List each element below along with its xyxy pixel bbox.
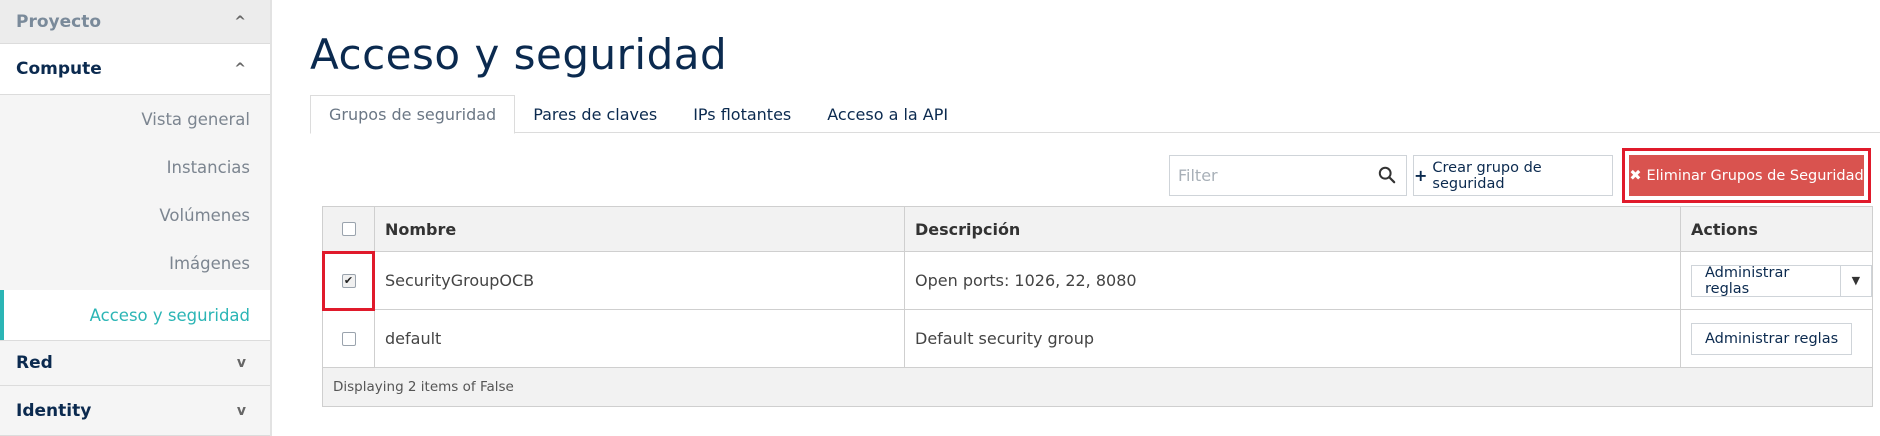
sidebar-section-label: Proyecto bbox=[16, 11, 102, 32]
column-header-actions: Actions bbox=[1691, 219, 1758, 239]
sidebar-item-imagenes[interactable]: Imágenes bbox=[0, 239, 270, 287]
select-all-checkbox[interactable] bbox=[341, 222, 356, 236]
row-actions: Administrar reglas bbox=[1681, 310, 1872, 367]
sidebar-section-compute[interactable]: Compute ^ bbox=[0, 44, 270, 95]
sidebar-section-identity[interactable]: Identity v bbox=[0, 386, 270, 436]
page-title: Acceso y seguridad bbox=[310, 30, 728, 79]
actions-dropdown-toggle[interactable]: ▼ bbox=[1840, 264, 1872, 297]
filter-input[interactable] bbox=[1170, 156, 1370, 195]
tab-pares-claves[interactable]: Pares de claves bbox=[515, 95, 675, 133]
table-row: ✔ SecurityGroupOCB Open ports: 1026, 22,… bbox=[323, 252, 1872, 310]
row-check-cell bbox=[323, 310, 375, 367]
sidebar-item-label: Volúmenes bbox=[159, 205, 250, 225]
row-actions: Administrar reglas ▼ bbox=[1681, 252, 1872, 309]
delete-security-groups-label: Eliminar Grupos de Seguridad bbox=[1646, 167, 1864, 184]
tab-acceso-api[interactable]: Acceso a la API bbox=[809, 95, 966, 133]
chevron-down-icon: v bbox=[236, 355, 246, 371]
sidebar: Proyecto ^ Compute ^ Vista general Insta… bbox=[0, 0, 272, 436]
checkbox-highlight-outline bbox=[322, 251, 375, 311]
row-name: SecurityGroupOCB bbox=[375, 252, 905, 309]
close-icon: ✖ bbox=[1629, 167, 1642, 184]
column-header-descripcion[interactable]: Descripción bbox=[905, 207, 1681, 251]
sidebar-section-label: Red bbox=[16, 353, 53, 373]
filter-box bbox=[1169, 155, 1407, 196]
table-row: default Default security group Administr… bbox=[323, 310, 1872, 368]
sidebar-item-label: Imágenes bbox=[169, 253, 250, 273]
sidebar-section-red[interactable]: Red v bbox=[0, 340, 270, 386]
row-description: Open ports: 1026, 22, 8080 bbox=[905, 252, 1681, 309]
sidebar-section-label: Compute bbox=[16, 59, 102, 79]
chevron-down-icon: v bbox=[236, 402, 246, 419]
sidebar-item-vista-general[interactable]: Vista general bbox=[0, 95, 270, 143]
delete-security-groups-button[interactable]: ✖ Eliminar Grupos de Seguridad bbox=[1629, 155, 1864, 196]
sidebar-item-instancias[interactable]: Instancias bbox=[0, 143, 270, 191]
table-footer-text: Displaying 2 items of False bbox=[333, 379, 514, 395]
manage-rules-button[interactable]: Administrar reglas bbox=[1691, 264, 1841, 297]
caret-down-icon: ▼ bbox=[1851, 274, 1861, 287]
sidebar-section-proyecto[interactable]: Proyecto ^ bbox=[0, 0, 270, 44]
table-footer: Displaying 2 items of False bbox=[323, 368, 1872, 406]
create-security-group-label: Crear grupo de seguridad bbox=[1432, 159, 1542, 192]
tab-grupos-seguridad[interactable]: Grupos de seguridad bbox=[310, 95, 516, 134]
chevron-up-icon: ^ bbox=[234, 13, 246, 30]
chevron-up-icon: ^ bbox=[234, 61, 246, 77]
create-security-group-button[interactable]: + Crear grupo de seguridad bbox=[1413, 155, 1613, 196]
sidebar-section-label: Identity bbox=[16, 400, 92, 421]
table-header-row: Nombre Descripción Actions bbox=[323, 207, 1872, 252]
sidebar-item-volumenes[interactable]: Volúmenes bbox=[0, 191, 270, 239]
tab-bar: Grupos de seguridad Pares de claves IPs … bbox=[310, 95, 966, 134]
search-icon[interactable] bbox=[1378, 166, 1396, 184]
plus-icon: + bbox=[1414, 166, 1428, 185]
tab-ips-flotantes[interactable]: IPs flotantes bbox=[675, 95, 809, 133]
security-groups-table: Nombre Descripción Actions ✔ SecurityGro… bbox=[322, 206, 1873, 407]
row-description: Default security group bbox=[905, 310, 1681, 367]
sidebar-item-label: Vista general bbox=[141, 109, 250, 129]
sidebar-item-label: Acceso y seguridad bbox=[89, 305, 250, 325]
select-all-cell bbox=[323, 207, 375, 251]
sidebar-item-label: Instancias bbox=[166, 157, 250, 177]
sidebar-item-acceso-seguridad[interactable]: Acceso y seguridad bbox=[0, 290, 270, 340]
row-name: default bbox=[375, 310, 905, 367]
manage-rules-button[interactable]: Administrar reglas bbox=[1691, 322, 1853, 355]
column-header-nombre[interactable]: Nombre bbox=[375, 207, 905, 251]
row-checkbox[interactable] bbox=[341, 331, 356, 346]
